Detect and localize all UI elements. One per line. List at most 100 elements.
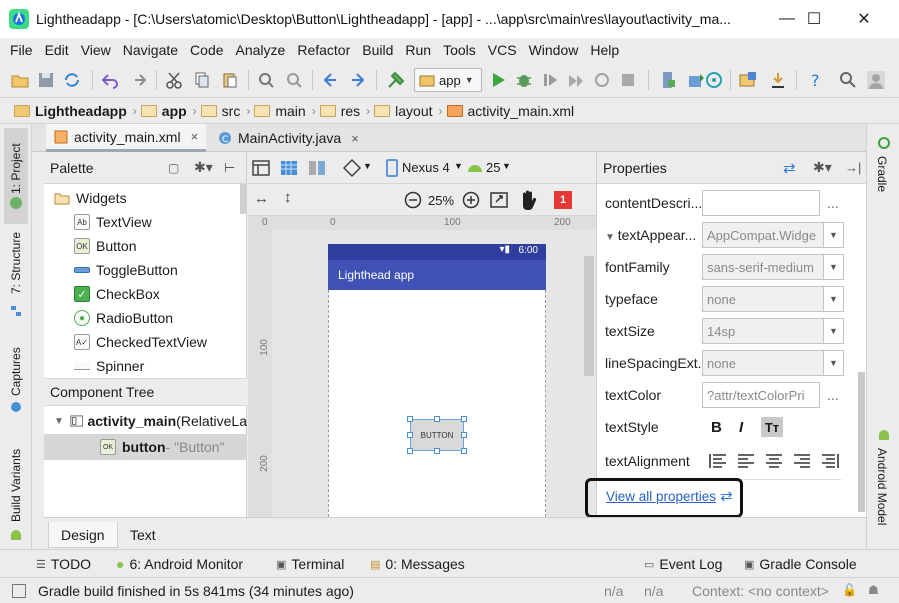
close-icon[interactable]: × bbox=[191, 129, 199, 144]
bold-toggle[interactable]: B bbox=[711, 419, 722, 436]
paste-icon[interactable] bbox=[220, 70, 240, 90]
help-icon[interactable]: ? bbox=[806, 70, 826, 90]
text-color-input[interactable]: ?attr/textColorPri bbox=[702, 382, 820, 408]
orientation-icon[interactable] bbox=[342, 158, 362, 178]
more-button[interactable]: ... bbox=[827, 195, 839, 211]
event-log-tool-button[interactable]: ▭ Event Log bbox=[644, 556, 722, 572]
menu-view[interactable]: View bbox=[75, 42, 117, 58]
android-api-icon[interactable] bbox=[466, 160, 484, 174]
sync-icon[interactable] bbox=[62, 70, 82, 90]
menu-code[interactable]: Code bbox=[184, 42, 229, 58]
hide-panel-icon[interactable]: ⊢ bbox=[224, 160, 235, 176]
tree-node-root[interactable]: ▼ activity_main (RelativeLa bbox=[44, 408, 247, 434]
back-icon[interactable] bbox=[320, 70, 340, 90]
expand-arrow-icon[interactable]: ▼ bbox=[54, 416, 64, 427]
canvas-vertical-scrollbar[interactable] bbox=[584, 256, 594, 376]
expand-arrow-icon[interactable]: ▼ bbox=[605, 232, 618, 243]
profile-icon[interactable] bbox=[566, 70, 586, 90]
tree-node-button[interactable]: OK button - "Button" bbox=[44, 434, 247, 460]
align-text-start-icon[interactable] bbox=[709, 453, 727, 469]
undo-icon[interactable] bbox=[100, 70, 120, 90]
design-canvas[interactable]: 0 0 100 200 100 200 6:00 ▾▮ Lighthead ap… bbox=[248, 216, 596, 517]
hide-panel-icon[interactable]: →| bbox=[845, 160, 861, 175]
zoom-in-icon[interactable] bbox=[462, 191, 480, 209]
android-device-monitor-icon[interactable] bbox=[704, 70, 724, 90]
resize-handle[interactable] bbox=[407, 432, 413, 438]
close-icon[interactable]: × bbox=[351, 131, 359, 146]
make-project-icon[interactable] bbox=[386, 70, 406, 90]
font-family-select[interactable]: sans-serif-medium ▼ bbox=[702, 254, 844, 280]
menu-window[interactable]: Window bbox=[523, 42, 585, 58]
menu-help[interactable]: Help bbox=[584, 42, 625, 58]
typeface-select[interactable]: none ▼ bbox=[702, 286, 844, 312]
more-button[interactable]: ... bbox=[827, 387, 839, 403]
menu-edit[interactable]: Edit bbox=[39, 42, 75, 58]
menu-run[interactable]: Run bbox=[399, 42, 437, 58]
text-size-select[interactable]: 14sp ▼ bbox=[702, 318, 844, 344]
expand-horizontal-icon[interactable]: ↔ bbox=[254, 190, 269, 207]
close-button[interactable]: ✕ bbox=[842, 0, 886, 38]
tab-design[interactable]: Design bbox=[48, 522, 118, 548]
design-blueprint-icon[interactable] bbox=[308, 159, 326, 177]
android-monitor-tool-button[interactable]: ● 6: Android Monitor bbox=[116, 556, 243, 572]
properties-scrollbar[interactable] bbox=[858, 372, 865, 512]
palette-item-button[interactable]: OK Button bbox=[74, 234, 246, 258]
gear-icon[interactable]: ✱▾ bbox=[194, 159, 213, 176]
open-folder-icon[interactable] bbox=[10, 70, 30, 90]
zoom-to-fit-icon[interactable] bbox=[490, 191, 508, 209]
error-count-badge[interactable]: 1 bbox=[554, 191, 572, 209]
avd-manager-icon[interactable] bbox=[658, 70, 678, 90]
all-caps-toggle[interactable]: Tт bbox=[761, 417, 783, 437]
breadcrumb-project[interactable]: Lightheadapp › bbox=[14, 103, 137, 119]
user-icon[interactable] bbox=[866, 70, 886, 90]
tab-activity-main-xml[interactable]: activity_main.xml × bbox=[46, 124, 207, 152]
collapse-icon[interactable]: ▢ bbox=[168, 161, 179, 175]
toggle-view-icon[interactable]: ⇄ bbox=[783, 159, 796, 177]
gradle-tool-label[interactable]: Gradle bbox=[875, 156, 889, 192]
menu-refactor[interactable]: Refactor bbox=[291, 42, 356, 58]
breadcrumb-app[interactable]: app › bbox=[140, 103, 197, 119]
build-variants-tool-label[interactable]: Build Variants bbox=[9, 449, 23, 522]
align-left-icon[interactable] bbox=[737, 453, 755, 469]
palette-item-checkedtextview[interactable]: A✓ CheckedTextView bbox=[74, 330, 246, 354]
resize-handle[interactable] bbox=[461, 448, 467, 454]
palette-item-checkbox[interactable]: ✓ CheckBox bbox=[74, 282, 246, 306]
menu-file[interactable]: File bbox=[4, 42, 39, 58]
resize-handle[interactable] bbox=[434, 448, 440, 454]
tab-text[interactable]: Text bbox=[118, 522, 168, 548]
align-center-icon[interactable] bbox=[765, 453, 783, 469]
menu-navigate[interactable]: Navigate bbox=[117, 42, 184, 58]
replace-icon[interactable] bbox=[284, 70, 304, 90]
resize-handle[interactable] bbox=[407, 416, 413, 422]
android-model-tool-label[interactable]: Android Model bbox=[875, 448, 889, 525]
breadcrumb-main[interactable]: main › bbox=[254, 103, 316, 119]
debug-icon[interactable] bbox=[514, 70, 534, 90]
structure-tool-label[interactable]: 7: Structure bbox=[9, 232, 23, 294]
breadcrumb-layout[interactable]: layout › bbox=[374, 103, 443, 119]
palette-collapse-arrows[interactable] bbox=[36, 156, 44, 196]
palette-item-radiobutton[interactable]: ● RadioButton bbox=[74, 306, 246, 330]
android-profiler-icon[interactable] bbox=[768, 70, 788, 90]
captures-tool-label[interactable]: Captures bbox=[9, 347, 23, 396]
tool-windows-toggle-icon[interactable] bbox=[12, 584, 26, 598]
run-config-select[interactable]: app ▼ bbox=[414, 68, 482, 92]
search-everywhere-icon[interactable] bbox=[838, 70, 858, 90]
resize-handle[interactable] bbox=[461, 416, 467, 422]
run-icon[interactable] bbox=[488, 70, 508, 90]
breadcrumb-src[interactable]: src › bbox=[200, 103, 250, 119]
maximize-button[interactable]: ☐ bbox=[792, 0, 836, 38]
breadcrumb-file[interactable]: activity_main.xml bbox=[446, 103, 574, 119]
copy-icon[interactable] bbox=[192, 70, 212, 90]
project-tool-label[interactable]: 1: Project bbox=[9, 143, 23, 194]
gradle-console-tool-button[interactable]: ▣ Gradle Console bbox=[744, 556, 857, 572]
project-structure-icon[interactable] bbox=[738, 70, 758, 90]
resize-handle[interactable] bbox=[461, 432, 467, 438]
inspector-icon[interactable]: ☗ bbox=[868, 583, 879, 597]
device-select[interactable]: Nexus 4 bbox=[402, 160, 450, 175]
chevron-down-icon[interactable]: ▼ bbox=[363, 161, 372, 171]
menu-vcs[interactable]: VCS bbox=[482, 42, 523, 58]
italic-toggle[interactable]: I bbox=[739, 419, 743, 436]
redo-icon[interactable] bbox=[128, 70, 148, 90]
save-icon[interactable] bbox=[36, 70, 56, 90]
messages-tool-button[interactable]: ▤ 0: Messages bbox=[370, 556, 465, 572]
